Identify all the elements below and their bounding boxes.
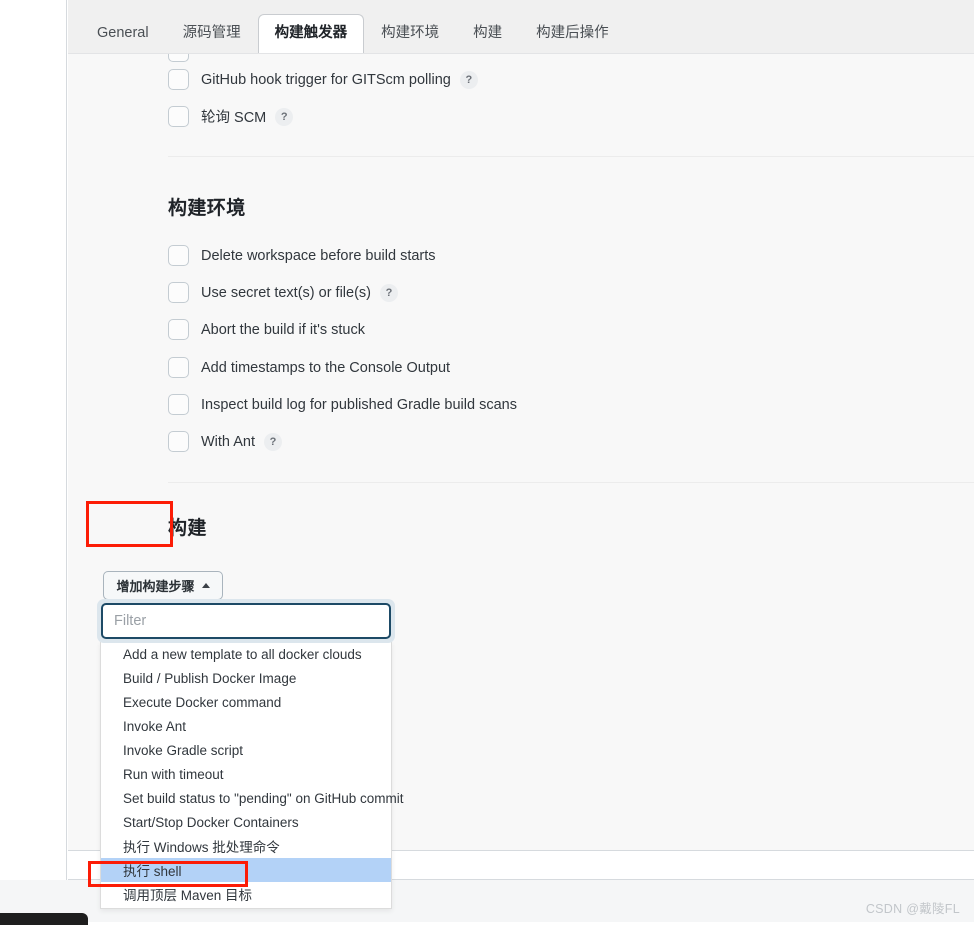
checkbox-add-timestamps[interactable]	[168, 357, 189, 378]
checkbox-row[interactable]: Delete workspace before build starts	[168, 245, 436, 266]
dropdown-item-run-with-timeout[interactable]: Run with timeout	[101, 762, 391, 786]
tab-bar-underline	[68, 53, 974, 54]
dropdown-item-start-stop-docker-containers[interactable]: Start/Stop Docker Containers	[101, 810, 391, 834]
section-title-build: 构建	[168, 518, 207, 539]
add-build-step-label: 增加构建步骤	[116, 579, 195, 594]
section-title-build-environment: 构建环境	[168, 198, 246, 219]
help-icon[interactable]: ?	[380, 283, 398, 302]
dropdown-item-execute-shell[interactable]: 执行 shell	[101, 858, 391, 882]
checkbox-row[interactable]: Inspect build log for published Gradle b…	[168, 394, 517, 415]
dropdown-item-execute-windows-batch[interactable]: 执行 Windows 批处理命令	[101, 834, 391, 858]
checkbox-label: Use secret text(s) or file(s)	[201, 284, 371, 301]
filter-input[interactable]	[101, 603, 391, 639]
checkbox-row[interactable]: Add timestamps to the Console Output	[168, 357, 450, 378]
checkbox-poll-scm[interactable]	[168, 106, 189, 127]
clipped-checkbox-above	[168, 54, 189, 62]
checkbox-abort-if-stuck[interactable]	[168, 319, 189, 340]
checkbox-label: Abort the build if it's stuck	[201, 321, 365, 338]
dropdown-item-invoke-ant[interactable]: Invoke Ant	[101, 714, 391, 738]
screenshot-root: GitHub hook trigger for GITScm polling ?…	[0, 0, 974, 925]
help-icon[interactable]: ?	[275, 107, 294, 126]
watermark: CSDN @戴陵FL	[865, 902, 960, 916]
checkbox-row[interactable]: With Ant ?	[168, 431, 282, 452]
help-icon[interactable]: ?	[459, 70, 478, 89]
checkbox-row[interactable]: 轮询 SCM ?	[168, 106, 294, 127]
left-rail	[0, 0, 67, 880]
checkbox-delete-workspace[interactable]	[168, 245, 189, 266]
tab-source-code-management[interactable]: 源码管理	[166, 14, 258, 54]
dropdown-item-build-publish-docker-image[interactable]: Build / Publish Docker Image	[101, 666, 391, 690]
tab-build-environment[interactable]: 构建环境	[364, 14, 456, 54]
checkbox-row[interactable]: Abort the build if it's stuck	[168, 319, 365, 340]
tab-general[interactable]: General	[80, 14, 166, 54]
checkbox-github-hook-trigger[interactable]	[168, 69, 189, 90]
tab-build[interactable]: 构建	[456, 14, 519, 54]
dropdown-item-set-build-status-pending[interactable]: Set build status to "pending" on GitHub …	[101, 786, 403, 810]
caret-up-icon	[201, 583, 210, 588]
dropdown-item-invoke-gradle-script[interactable]: Invoke Gradle script	[101, 738, 391, 762]
build-step-dropdown-menu: Add a new template to all docker clouds …	[100, 642, 403, 909]
dropdown-item-add-docker-template[interactable]: Add a new template to all docker clouds	[101, 642, 391, 666]
help-icon[interactable]: ?	[264, 432, 282, 451]
checkbox-row[interactable]: GitHub hook trigger for GITScm polling ?	[168, 69, 478, 90]
checkbox-label: 轮询 SCM	[201, 110, 267, 126]
dropdown-item-execute-docker-command[interactable]: Execute Docker command	[101, 690, 391, 714]
config-tab-bar: General 源码管理 构建触发器 构建环境 构建 构建后操作	[68, 0, 974, 54]
add-build-step-button[interactable]: 增加构建步骤	[103, 571, 223, 600]
checkbox-row[interactable]: Use secret text(s) or file(s) ?	[168, 282, 398, 303]
checkbox-inspect-build-log[interactable]	[168, 394, 189, 415]
tab-build-triggers[interactable]: 构建触发器	[257, 13, 365, 54]
section-divider	[168, 156, 974, 157]
filter-input-wrapper	[97, 599, 395, 643]
tab-list: General 源码管理 构建触发器 构建环境 构建 构建后操作	[68, 13, 626, 54]
checkbox-label: With Ant	[201, 433, 255, 450]
checkbox-label: GitHub hook trigger for GITScm polling	[201, 71, 451, 88]
checkbox-label: Inspect build log for published Gradle b…	[201, 396, 517, 413]
section-divider	[168, 482, 974, 483]
taskbar-nub	[0, 913, 88, 925]
checkbox-use-secret-text[interactable]	[168, 282, 189, 303]
tab-post-build-actions[interactable]: 构建后操作	[519, 14, 626, 54]
checkbox-label: Add timestamps to the Console Output	[201, 359, 451, 376]
dropdown-item-invoke-top-level-maven[interactable]: 调用顶层 Maven 目标	[101, 882, 391, 906]
checkbox-with-ant[interactable]	[168, 431, 189, 452]
checkbox-label: Delete workspace before build starts	[201, 247, 436, 264]
